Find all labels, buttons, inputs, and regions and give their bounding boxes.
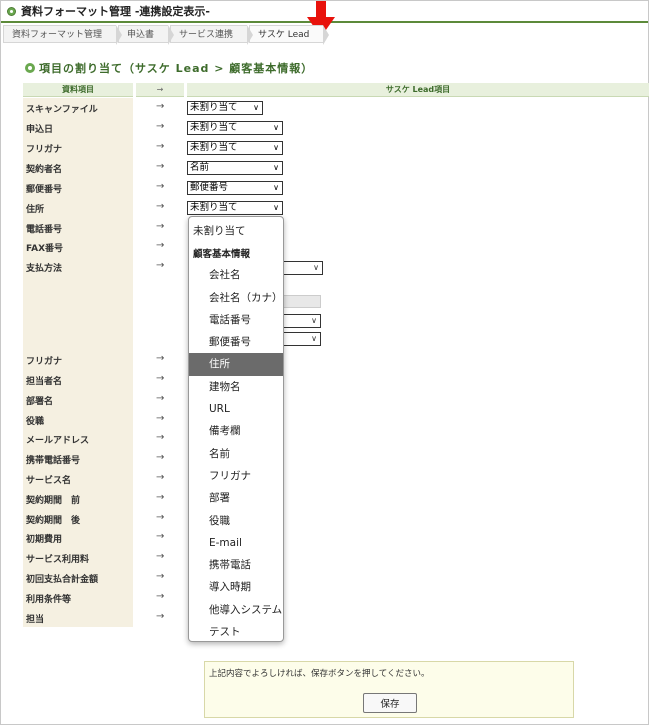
row-label: 契約期間 前: [26, 496, 81, 506]
section-bullet-icon: [25, 63, 35, 73]
dropdown-option[interactable]: 会社名: [189, 264, 283, 286]
row-label: 支払方法: [26, 264, 63, 274]
row-arrow: →: [156, 373, 165, 384]
dropdown-option[interactable]: 郵便番号: [189, 331, 283, 353]
row-arrow: →: [156, 591, 165, 602]
title-bullet-icon: [7, 6, 16, 16]
chevron-down-icon: ∨: [273, 183, 279, 192]
dropdown-option[interactable]: 部署: [189, 487, 283, 509]
row-arrow: →: [156, 531, 165, 542]
dropdown-option[interactable]: 建物名: [189, 376, 283, 398]
mapping-dropdown-list[interactable]: 未割り当て 顧客基本情報 会社名 会社名（カナ） 電話番号 郵便番号 住所 建物…: [188, 216, 284, 642]
header-arrow: →: [136, 83, 184, 97]
row-arrow: →: [156, 512, 165, 523]
notice-text: 上記内容でよろしければ、保存ボタンを押してください。: [209, 669, 430, 679]
row-label: スキャンファイル: [26, 105, 98, 115]
dropdown-option[interactable]: 会社名（カナ）: [189, 287, 283, 309]
row-label: フリガナ: [26, 357, 63, 367]
breadcrumb: 資料フォーマット管理 申込書 サービス連携 サスケ Lead: [3, 25, 330, 45]
dropdown-option[interactable]: フリガナ: [189, 465, 283, 487]
mapping-select-open[interactable]: 未割り当て ∨: [187, 201, 283, 215]
chevron-down-icon: ∨: [273, 143, 279, 152]
header-source-field: 資料項目: [23, 83, 133, 97]
row-arrow: →: [156, 492, 165, 503]
mapping-select[interactable]: 名前 ∨: [187, 161, 283, 175]
dropdown-option-selected[interactable]: 住所: [189, 353, 283, 376]
row-arrow: →: [156, 121, 165, 132]
row-arrow: →: [156, 101, 165, 112]
row-label: 初期費用: [26, 535, 63, 545]
row-label: 担当: [26, 615, 45, 625]
row-label: サービス利用料: [26, 555, 90, 565]
row-arrow: →: [156, 141, 165, 152]
row-arrow: →: [156, 161, 165, 172]
dropdown-option[interactable]: テスト: [189, 621, 283, 643]
dropdown-option[interactable]: 携帯電話: [189, 554, 283, 576]
save-button[interactable]: 保存: [363, 693, 417, 713]
breadcrumb-item-service-link[interactable]: サービス連携: [170, 25, 254, 45]
page: 資料フォーマット管理 -連携設定表示- 資料フォーマット管理 申込書 サービス連…: [0, 0, 649, 725]
mapping-select[interactable]: 未割り当て ∨: [187, 101, 263, 115]
dropdown-option[interactable]: 導入時期: [189, 576, 283, 598]
row-label: 役職: [26, 417, 45, 427]
chevron-down-icon: ∨: [273, 123, 279, 132]
mapping-select[interactable]: ∨: [283, 261, 323, 275]
page-title: 資料フォーマット管理 -連携設定表示-: [21, 5, 210, 18]
row-label: FAX番号: [26, 244, 64, 254]
dropdown-option[interactable]: E-mail: [189, 532, 283, 554]
chevron-down-icon: ∨: [273, 203, 279, 212]
dropdown-option[interactable]: 電話番号: [189, 309, 283, 331]
row-arrow: →: [156, 452, 165, 463]
row-arrow: →: [156, 571, 165, 582]
row-label: 部署名: [26, 397, 54, 407]
dropdown-option[interactable]: 未割り当て: [189, 220, 283, 242]
row-label: フリガナ: [26, 145, 63, 155]
row-label: 電話番号: [26, 225, 63, 235]
row-label: 住所: [26, 205, 45, 215]
row-label: 利用条件等: [26, 595, 72, 605]
breadcrumb-item-saske-lead: サスケ Lead: [249, 25, 330, 45]
row-arrow: →: [156, 260, 165, 271]
row-label: サービス名: [26, 476, 72, 486]
row-arrow: →: [156, 221, 165, 232]
breadcrumb-item-application[interactable]: 申込書: [118, 25, 175, 45]
row-label: 契約者名: [26, 165, 63, 175]
row-arrow: →: [156, 413, 165, 424]
row-label: 申込日: [26, 125, 54, 135]
breadcrumb-item-format-manage[interactable]: 資料フォーマット管理: [3, 25, 123, 45]
dropdown-option[interactable]: 備考欄: [189, 420, 283, 442]
row-label: 郵便番号: [26, 185, 63, 195]
row-label: 初回支払合計金額: [26, 575, 99, 585]
dropdown-option[interactable]: 他導入システム: [189, 599, 283, 621]
chevron-down-icon: ∨: [273, 163, 279, 172]
chevron-down-icon: ∨: [253, 103, 259, 112]
dropdown-option[interactable]: 名前: [189, 443, 283, 465]
row-arrow: →: [156, 393, 165, 404]
row-label: メールアドレス: [26, 436, 90, 446]
row-label: 携帯電話番号: [26, 456, 81, 466]
dropdown-option[interactable]: 役職: [189, 510, 283, 532]
dropdown-group-label: 顧客基本情報: [193, 249, 251, 261]
section-title-text: 項目の割り当て（サスケ Lead > 顧客基本情報）: [39, 62, 314, 75]
chevron-down-icon: ∨: [313, 263, 319, 272]
row-arrow: →: [156, 353, 165, 364]
header-dest-field: サスケ Lead項目: [187, 83, 649, 97]
chevron-down-icon: ∨: [311, 316, 317, 325]
mapping-select[interactable]: 未割り当て ∨: [187, 141, 283, 155]
row-arrow: →: [156, 432, 165, 443]
row-arrow: →: [156, 240, 165, 251]
mapping-select[interactable]: 郵便番号 ∨: [187, 181, 283, 195]
row-arrow: →: [156, 551, 165, 562]
dropdown-option[interactable]: URL: [189, 398, 283, 420]
chevron-down-icon: ∨: [311, 334, 317, 343]
row-arrow: →: [156, 472, 165, 483]
row-arrow: →: [156, 201, 165, 212]
section-title: 項目の割り当て（サスケ Lead > 顧客基本情報）: [25, 60, 313, 76]
row-arrow: →: [156, 181, 165, 192]
row-label: 契約期間 後: [26, 516, 81, 526]
row-label: 担当者名: [26, 377, 63, 387]
mapping-select[interactable]: 未割り当て ∨: [187, 121, 283, 135]
confirm-notice: 上記内容でよろしければ、保存ボタンを押してください。 保存: [204, 661, 574, 718]
row-arrow: →: [156, 611, 165, 622]
